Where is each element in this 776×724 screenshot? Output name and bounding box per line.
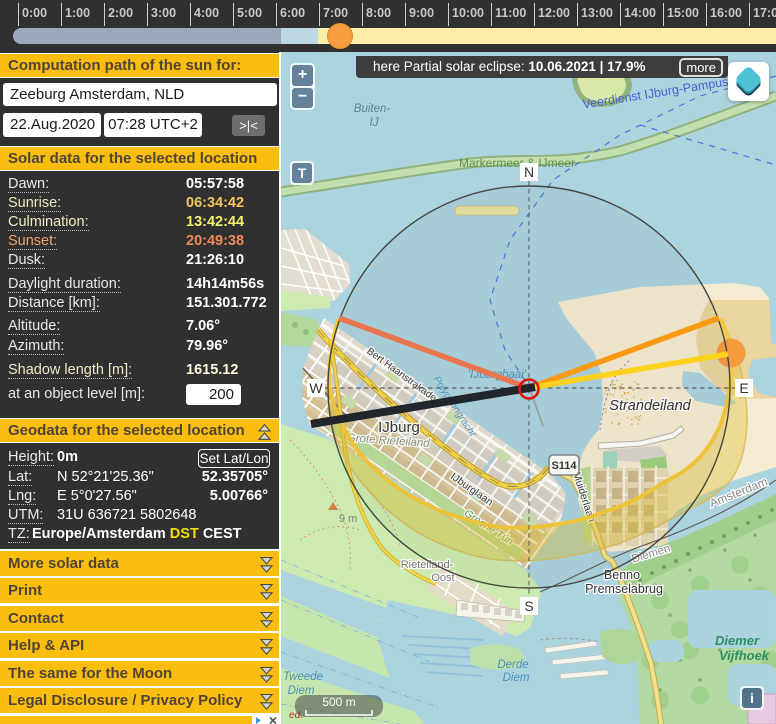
- svg-text:N: N: [524, 164, 534, 180]
- svg-text:Oost: Oost: [431, 572, 454, 584]
- svg-text:Diem: Diem: [503, 672, 530, 684]
- svg-text:Vijfhoek: Vijfhoek: [719, 648, 770, 663]
- svg-text:S: S: [524, 598, 533, 614]
- svg-text:IJ: IJ: [370, 117, 379, 129]
- svg-text:Derde: Derde: [497, 659, 528, 671]
- svg-text:W: W: [309, 380, 323, 396]
- svg-text:Diemer: Diemer: [715, 633, 760, 648]
- svg-text:Premselabrug: Premselabrug: [585, 582, 663, 596]
- svg-text:Markermeer & IJmeer: Markermeer & IJmeer: [459, 156, 575, 170]
- svg-text:Buiten-: Buiten-: [354, 103, 391, 115]
- svg-text:E: E: [739, 380, 748, 396]
- svg-text:9 m: 9 m: [339, 513, 357, 525]
- svg-text:Tweede: Tweede: [283, 671, 323, 683]
